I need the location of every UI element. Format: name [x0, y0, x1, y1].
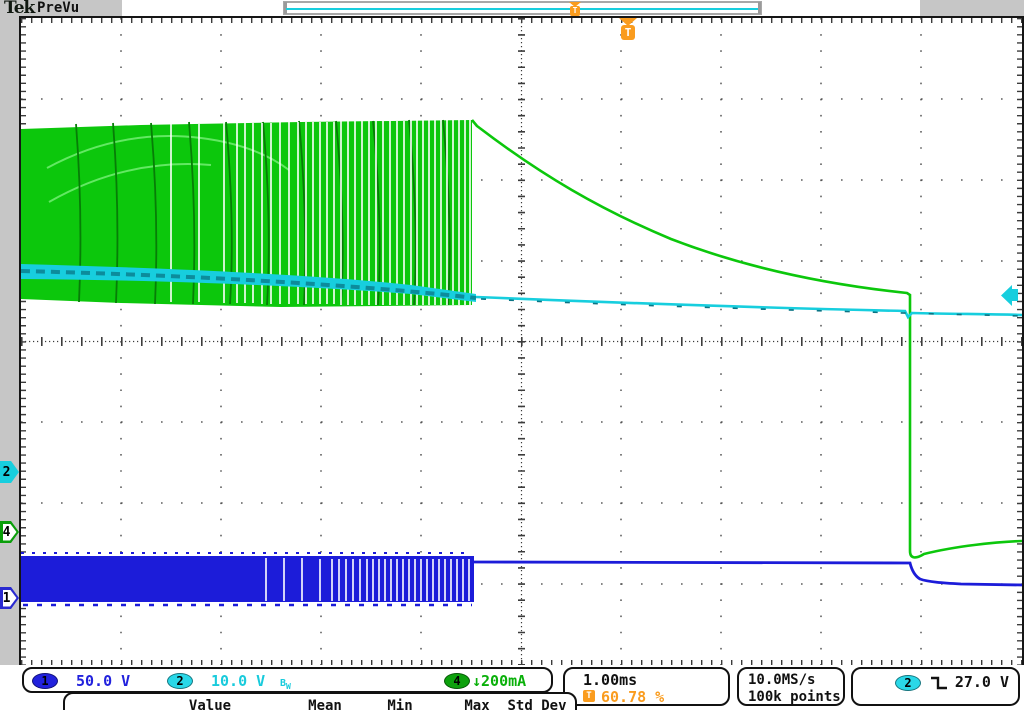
record-length-readout: 100k points — [748, 688, 841, 706]
measurement-col-max: Max — [464, 698, 489, 710]
oscilloscope-display: Tek PreVu T 2 4 1 — [0, 0, 1024, 710]
channel4-badge[interactable]: 4 — [444, 673, 470, 689]
channel2-scale-readout[interactable]: 10.0 V — [211, 672, 265, 690]
trigger-settings-box[interactable]: 2 27.0 V — [851, 667, 1020, 706]
top-bar: Tek PreVu T — [0, 0, 1024, 17]
channel1-marker-label: 1 — [0, 590, 13, 607]
measurement-col-min: Min — [387, 698, 412, 710]
trigger-t-icon: T — [621, 25, 635, 40]
channel2-badge[interactable]: 2 — [167, 673, 193, 689]
measurement-col-value: Value — [189, 698, 231, 710]
record-position-bar[interactable]: T — [283, 1, 762, 15]
record-waveform-line — [286, 8, 759, 10]
trigger-position-readout: 60.78 % — [601, 688, 664, 706]
channel4-position-marker[interactable]: 4 — [0, 521, 19, 543]
sample-rate-readout: 10.0MS/s — [748, 671, 815, 689]
trigger-level-readout: 27.0 V — [955, 673, 1009, 691]
measurement-col-stddev: Std Dev — [507, 698, 566, 710]
trigger-position-marker[interactable]: T — [619, 18, 638, 42]
measurements-table-box: Value Mean Min Max Std Dev — [63, 692, 577, 710]
measurement-col-mean: Mean — [308, 698, 342, 710]
left-margin — [0, 17, 20, 665]
ch2-trace-line — [476, 297, 1022, 317]
channel2-marker-label: 2 — [0, 464, 13, 481]
falling-edge-icon — [929, 675, 951, 691]
channel2-position-marker[interactable]: 2 — [0, 461, 19, 483]
channel4-scale-readout[interactable]: ↓200mA — [472, 672, 526, 690]
channel4-marker-label: 4 — [0, 524, 13, 541]
record-trigger-marker[interactable]: T — [569, 2, 581, 16]
trigger-source-badge: 2 — [895, 675, 921, 691]
graticule-area — [19, 16, 1024, 667]
acquisition-mode-label: PreVu — [37, 0, 79, 16]
horizontal-settings-box[interactable]: 1.00ms T 60.78 % — [563, 667, 730, 706]
trigger-level-arrow-icon[interactable] — [1001, 285, 1018, 306]
ch4-trace-decay — [472, 120, 1022, 557]
status-bar: 1 50.0 V 2 10.0 V BW 4 ↓200mA 1.00ms T 6… — [0, 665, 1024, 710]
channel1-position-marker[interactable]: 1 — [0, 587, 19, 609]
trigger-t-icon: T — [583, 690, 595, 702]
channel1-scale-readout[interactable]: 50.0 V — [76, 672, 130, 690]
channel-readouts-box: 1 50.0 V 2 10.0 V BW 4 ↓200mA — [22, 667, 553, 693]
acquisition-box[interactable]: 10.0MS/s 100k points — [737, 667, 845, 706]
timebase-readout: 1.00ms — [583, 671, 637, 689]
channel1-badge[interactable]: 1 — [32, 673, 58, 689]
trigger-t-icon: T — [570, 6, 580, 16]
waveform-canvas — [21, 18, 1022, 665]
